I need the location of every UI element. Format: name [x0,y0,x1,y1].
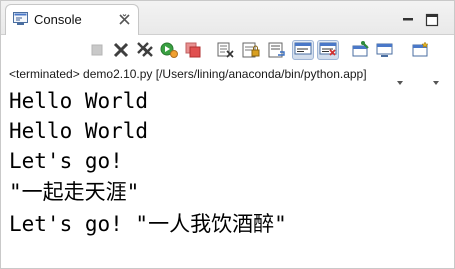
tab-console-label: Console [34,12,82,27]
open-console-icon [412,41,429,57]
pin-console-button[interactable] [351,41,371,59]
remove-launch-button[interactable] [111,41,131,59]
show-on-stderr-icon [319,42,337,56]
display-console-dropdown-icon[interactable] [397,81,403,85]
process-status-label: <terminated> demo2.10.py [/Users/lining/… [9,67,367,81]
scroll-lock-icon [242,42,260,58]
terminate-button[interactable] [87,41,107,59]
clear-console-icon [217,42,234,58]
clear-console-button[interactable] [215,41,235,59]
scroll-lock-button[interactable] [241,41,261,59]
terminate-icon [91,44,103,56]
output-line: "一起走天涯" [9,180,140,204]
show-on-stdout-button[interactable] [292,40,314,60]
minimize-icon[interactable] [401,13,415,27]
output-line: Let's go! "一人我饮酒醉" [9,212,287,236]
maximize-icon[interactable] [425,13,439,27]
stop-all-icon [185,42,201,58]
show-on-stdout-icon [294,42,312,55]
tab-strip: Console [1,1,454,35]
word-wrap-button[interactable] [267,41,287,59]
show-on-stderr-button[interactable] [317,40,339,60]
display-console-button[interactable] [375,41,395,59]
remove-all-terminated-button[interactable] [135,41,155,59]
remove-launch-icon [113,42,129,58]
open-console-dropdown-icon[interactable] [433,81,439,85]
console-toolbar [1,35,454,85]
output-line: Hello World [9,89,149,113]
open-console-button[interactable] [411,41,431,59]
relaunch-icon [160,42,178,58]
relaunch-button[interactable] [159,41,179,59]
output-line: Let's go! [9,149,123,173]
console-icon [13,12,28,25]
word-wrap-icon [268,42,285,58]
pin-console-icon [352,41,369,57]
tab-console[interactable]: Console [5,4,139,35]
console-view: Console <terminated> demo2.10.py [/Users… [0,0,455,269]
display-console-icon [376,43,393,57]
output-line: Hello World [9,119,149,143]
stop-all-button[interactable] [183,41,203,59]
remove-all-terminated-icon [137,42,153,57]
close-icon[interactable] [118,13,131,26]
